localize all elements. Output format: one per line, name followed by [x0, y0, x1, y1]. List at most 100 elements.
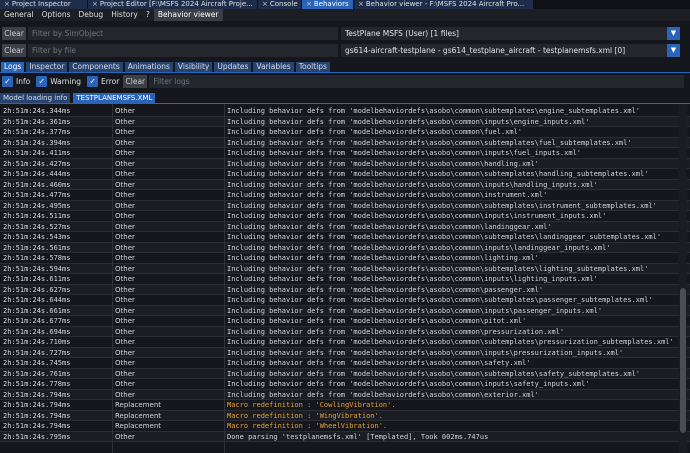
- close-icon[interactable]: ×: [358, 0, 364, 8]
- check-icon: ✓: [87, 76, 99, 87]
- file-select[interactable]: gs614-aircraft-testplane - gs614_testpla…: [341, 44, 680, 57]
- log-message-cell: Including behavior defs from 'modelbehav…: [227, 380, 590, 388]
- table-row[interactable]: 2h:51m:24s.377ms Other Including behavior …: [0, 127, 690, 138]
- table-row[interactable]: 2h:51m:24s.778ms Other Including behavior …: [0, 379, 690, 390]
- simobject-select[interactable]: TestPlane MSFS (User) [1 files] ▼: [341, 27, 680, 40]
- tab-visibility[interactable]: Visibility: [174, 62, 213, 72]
- chevron-down-icon[interactable]: ▼: [667, 27, 680, 40]
- simobject-filter-input[interactable]: Filter by SimObject: [28, 27, 338, 40]
- menu-bar: General Options Debug History? Behavior view…: [0, 9, 690, 21]
- error-checkbox[interactable]: ✓ Error: [87, 76, 119, 87]
- table-row[interactable]: 2h:51m:24s.761ms Other Including behavior …: [0, 368, 690, 379]
- log-type-cell: Other: [115, 296, 135, 304]
- menu-item-1[interactable]: Options: [38, 9, 75, 21]
- table-row[interactable]: 2h:51m:24s.594ms Other Including behavior …: [0, 263, 690, 274]
- close-icon[interactable]: ×: [92, 0, 98, 8]
- tab-variables[interactable]: Variables: [253, 62, 294, 72]
- log-time-cell: 2h:51m:24s.794ms: [3, 411, 71, 420]
- table-row[interactable]: 2h:51m:24s.477ms Other Including behavior …: [0, 190, 690, 201]
- menu-item-3[interactable]: History: [107, 9, 142, 21]
- tab-animations[interactable]: Animations: [124, 62, 173, 72]
- table-row[interactable]: 2h:51m:24s.460ms Other Including behavior …: [0, 179, 690, 190]
- window-tab-1[interactable]: × Project Editor [F:\MSFS 2024 Aircraft P…: [88, 0, 258, 9]
- tab-components[interactable]: Components: [69, 62, 123, 72]
- log-time-cell: 2h:51m:24s.460ms: [3, 180, 71, 189]
- table-row[interactable]: 2h:51m:24s.710ms Other Including behavior …: [0, 337, 690, 348]
- window-tab-4[interactable]: × Behavior viewer - F:\MSFS 2024 Aircraft…: [354, 0, 534, 9]
- close-icon[interactable]: ×: [4, 0, 10, 8]
- log-message-cell: Including behavior defs from 'modelbehav…: [227, 275, 598, 283]
- table-row[interactable]: 2h:51m:24s.578ms Other Including behavior …: [0, 253, 690, 264]
- log-time-cell: 2h:51m:24s.727ms: [3, 348, 71, 357]
- chevron-down-icon[interactable]: ▼: [667, 44, 680, 57]
- log-message-cell: Including behavior defs from 'modelbehav…: [227, 254, 539, 262]
- tab-logs[interactable]: Logs: [1, 62, 25, 72]
- table-row[interactable]: 2h:51m:24s.745ms Other Including behavior …: [0, 358, 690, 369]
- window-tab-2[interactable]: × Console: [258, 0, 302, 9]
- table-row[interactable]: 2h:51m:24s.677ms Other Including behavior …: [0, 316, 690, 327]
- table-row[interactable]: 2h:51m:24s.394ms Other Including behavior …: [0, 137, 690, 148]
- table-row[interactable]: 2h:51m:24s.794ms Other Including behavior …: [0, 389, 690, 400]
- table-row[interactable]: 2h:51m:24s.427ms Other Including behavior …: [0, 158, 690, 169]
- table-row[interactable]: 2h:51m:24s.627ms Other Including behavior …: [0, 284, 690, 295]
- table-row[interactable]: 2h:51m:24s.795ms Other Done parsing 'testp…: [0, 431, 690, 442]
- table-row[interactable]: 2h:51m:24s.527ms Other Including behavior …: [0, 221, 690, 232]
- close-icon[interactable]: ×: [262, 0, 268, 8]
- table-row[interactable]: 2h:51m:24s.444ms Other Including behavior …: [0, 169, 690, 180]
- table-row[interactable]: 2h:51m:24s.694ms Other Including behavior …: [0, 326, 690, 337]
- table-row[interactable]: 2h:51m:24s.727ms Other Including behavior …: [0, 347, 690, 358]
- log-message-cell: Including behavior defs from 'modelbehav…: [227, 285, 544, 294]
- log-time-cell: 2h:51m:24s.661ms: [3, 306, 71, 315]
- clear-simobject-filter-button[interactable]: Clear: [2, 27, 26, 40]
- log-filter-input[interactable]: Filter logs: [149, 75, 684, 88]
- table-row[interactable]: 2h:51m:24s.644ms Other Including behavior …: [0, 295, 690, 306]
- table-row[interactable]: 2h:51m:24s.794ms Replacement Macro redefin…: [0, 400, 690, 411]
- log-scrollbar[interactable]: [679, 104, 687, 453]
- table-row[interactable]: 2h:51m:24s.794ms Replacement Macro redefin…: [0, 421, 690, 432]
- log-time-cell: 2h:51m:24s.644ms: [3, 296, 71, 304]
- log-table[interactable]: 2h:51m:24s.344ms Other Including behavior …: [0, 104, 690, 453]
- tab-tooltips[interactable]: Tooltips: [295, 62, 330, 72]
- warning-checkbox[interactable]: ✓ Warning: [36, 76, 81, 87]
- menu-item-0[interactable]: General: [0, 9, 38, 21]
- log-message-cell: Including behavior defs from 'modelbehav…: [227, 149, 582, 157]
- log-message-cell: Macro redefinition : 'WingVibration'.: [227, 411, 383, 420]
- table-row[interactable]: 2h:51m:24s.661ms Other Including behavior …: [0, 305, 690, 316]
- menu-item-4[interactable]: ?: [142, 9, 154, 21]
- table-row[interactable]: 2h:51m:24s.495ms Other Including behavior …: [0, 200, 690, 211]
- window-tab-0[interactable]: × Project Inspector: [0, 0, 88, 9]
- close-icon[interactable]: ×: [306, 0, 312, 8]
- table-row[interactable]: 2h:51m:24s.561ms Other Including behavior …: [0, 242, 690, 253]
- menu-item-2[interactable]: Debug: [75, 9, 108, 21]
- window-tab-3[interactable]: × Behaviors: [302, 0, 354, 9]
- log-message-cell: Including behavior defs from 'modelbehav…: [227, 359, 531, 367]
- log-type-cell: Replacement: [115, 411, 161, 420]
- scrollbar-thumb[interactable]: [680, 288, 686, 433]
- log-time-cell: 2h:51m:24s.377ms: [3, 128, 71, 136]
- tab-updates[interactable]: Updates: [214, 62, 252, 72]
- tab-inspector[interactable]: Inspector: [26, 62, 68, 72]
- info-checkbox[interactable]: ✓ Info: [2, 76, 30, 87]
- log-type-cell: Replacement: [115, 422, 161, 430]
- clear-file-filter-button[interactable]: Clear: [2, 44, 26, 57]
- file-filter-input[interactable]: Filter by file: [28, 44, 338, 57]
- table-row[interactable]: 2h:51m:24s.411ms Other Including behavior …: [0, 148, 690, 159]
- log-type-cell: Other: [115, 222, 135, 231]
- table-row[interactable]: 2h:51m:24s.611ms Other Including behavior …: [0, 274, 690, 285]
- log-time-cell: 2h:51m:24s.611ms: [3, 275, 71, 283]
- log-message-cell: Done parsing 'testplanemsfs.xml' [Templa…: [227, 432, 489, 441]
- table-row[interactable]: 2h:51m:24s.543ms Other Including behavior …: [0, 232, 690, 243]
- log-type-cell: Other: [115, 191, 135, 199]
- menu-item-5[interactable]: Behavior viewer: [153, 9, 223, 21]
- table-row[interactable]: 2h:51m:24s.361ms Other Including behavior …: [0, 116, 690, 127]
- table-row[interactable]: 2h:51m:24s.794ms Replacement Macro redefin…: [0, 410, 690, 421]
- tab-underline: [0, 72, 690, 73]
- clear-logs-button[interactable]: Clear: [123, 75, 148, 88]
- log-time-cell: 2h:51m:24s.411ms: [3, 149, 71, 157]
- table-row[interactable]: 2h:51m:24s.344ms Other Including behavior …: [0, 106, 690, 117]
- table-row[interactable]: 2h:51m:24s.511ms Other Including behavior …: [0, 211, 690, 222]
- log-message-cell: Including behavior defs from 'modelbehav…: [227, 327, 565, 336]
- log-message-cell: Including behavior defs from 'modelbehav…: [227, 128, 523, 136]
- log-message-cell: Including behavior defs from 'modelbehav…: [227, 201, 657, 210]
- log-time-cell: 2h:51m:24s.745ms: [3, 359, 71, 367]
